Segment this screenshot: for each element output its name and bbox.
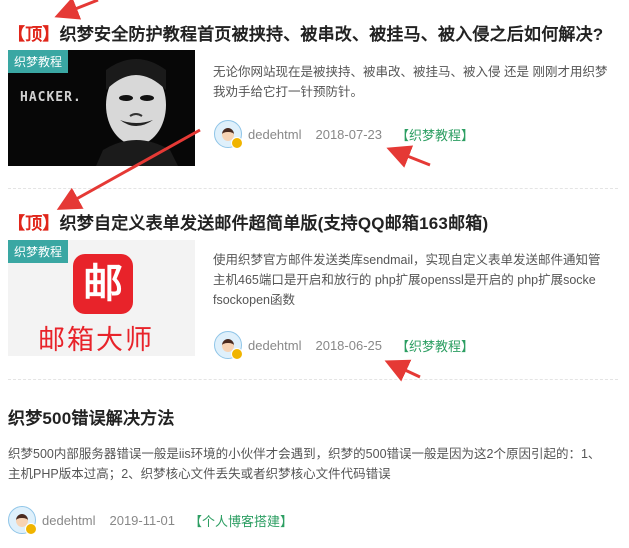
category-link[interactable]: 【织梦教程】 — [396, 125, 474, 144]
avatar[interactable] — [8, 506, 37, 535]
post-date: 2019-11-01 — [109, 512, 176, 528]
red-arrow-icon — [386, 145, 431, 168]
verified-badge-icon — [25, 523, 37, 535]
post-title-text: 织梦自定义表单发送邮件超简单版(支持QQ邮箱163邮箱) — [59, 214, 489, 233]
post-title-link[interactable]: 【顶】织梦安全防护教程首页被挟持、被串改、被挂马、被入侵之后如何解决? — [8, 20, 603, 45]
divider — [8, 379, 618, 380]
excerpt-line: fsockopen函数 — [213, 293, 295, 307]
post-title-link[interactable]: 织梦500错误解决方法 — [8, 404, 175, 429]
category-link[interactable]: 【个人博客搭建】 — [189, 511, 293, 530]
thumb-caption: 邮箱大师 — [38, 325, 154, 355]
post-meta: dedehtml 2018-07-23 【织梦教程】 — [214, 120, 474, 149]
excerpt-line: 织梦500内部服务器错误一般是iis环境的小伙伴才会遇到，织梦的500错误一般是… — [8, 447, 601, 461]
post-excerpt: 织梦500内部服务器错误一般是iis环境的小伙伴才会遇到，织梦的500错误一般是… — [8, 444, 629, 484]
verified-badge-icon — [231, 137, 243, 149]
excerpt-line: 我劝手给它打一针预防针。 — [213, 85, 364, 99]
top-tag: 【顶】 — [8, 214, 60, 233]
verified-badge-icon — [231, 348, 243, 360]
excerpt-line: 主机PHP版本过高；2、织梦核心文件丢失或者织梦核心文件代码错误 — [8, 467, 391, 481]
thumb-caption: HACKER. — [20, 90, 82, 105]
post-meta: dedehtml 2018-06-25 【织梦教程】 — [214, 331, 474, 360]
post-date: 2018-06-25 — [315, 337, 382, 353]
avatar[interactable] — [214, 331, 243, 360]
author-link[interactable]: dedehtml — [248, 338, 301, 353]
category-link[interactable]: 【织梦教程】 — [396, 336, 474, 355]
red-arrow-icon — [54, 0, 99, 20]
post-title-text: 织梦500错误解决方法 — [8, 409, 175, 428]
thumb-category-tag[interactable]: 织梦教程 — [8, 50, 69, 73]
post-title-link[interactable]: 【顶】织梦自定义表单发送邮件超简单版(支持QQ邮箱163邮箱) — [8, 209, 488, 234]
excerpt-line: 使用织梦官方邮件发送类库sendmail，实现自定义表单发送邮件通知管 — [213, 253, 601, 267]
post-date: 2018-07-23 — [315, 126, 382, 142]
excerpt-line: 主机465端口是开启和放行的 php扩展openssl是开启的 php扩展soc… — [213, 273, 596, 287]
top-tag: 【顶】 — [8, 25, 60, 44]
post-excerpt: 无论你网站现在是被挟持、被串改、被挂马、被入侵 还是 刚刚才用织梦 我劝手给它打… — [213, 62, 629, 102]
post-title-text: 织梦安全防护教程首页被挟持、被串改、被挂马、被入侵之后如何解决? — [59, 25, 604, 44]
author-link[interactable]: dedehtml — [42, 513, 95, 528]
post-meta: dedehtml 2019-11-01 【个人博客搭建】 — [8, 506, 293, 535]
post-excerpt: 使用织梦官方邮件发送类库sendmail，实现自定义表单发送邮件通知管 主机46… — [213, 250, 629, 310]
excerpt-line: 无论你网站现在是被挟持、被串改、被挂马、被入侵 还是 刚刚才用织梦 — [213, 65, 608, 79]
divider — [8, 188, 618, 189]
mail-master-logo-icon: 邮 — [73, 254, 133, 314]
post-thumbnail[interactable]: 邮 邮箱大师 织梦教程 — [8, 240, 195, 356]
thumb-category-tag[interactable]: 织梦教程 — [8, 240, 69, 263]
red-arrow-icon — [384, 359, 421, 382]
avatar[interactable] — [214, 120, 243, 149]
author-link[interactable]: dedehtml — [248, 127, 301, 142]
post-thumbnail[interactable]: HACKER. 织梦教程 — [8, 50, 195, 166]
